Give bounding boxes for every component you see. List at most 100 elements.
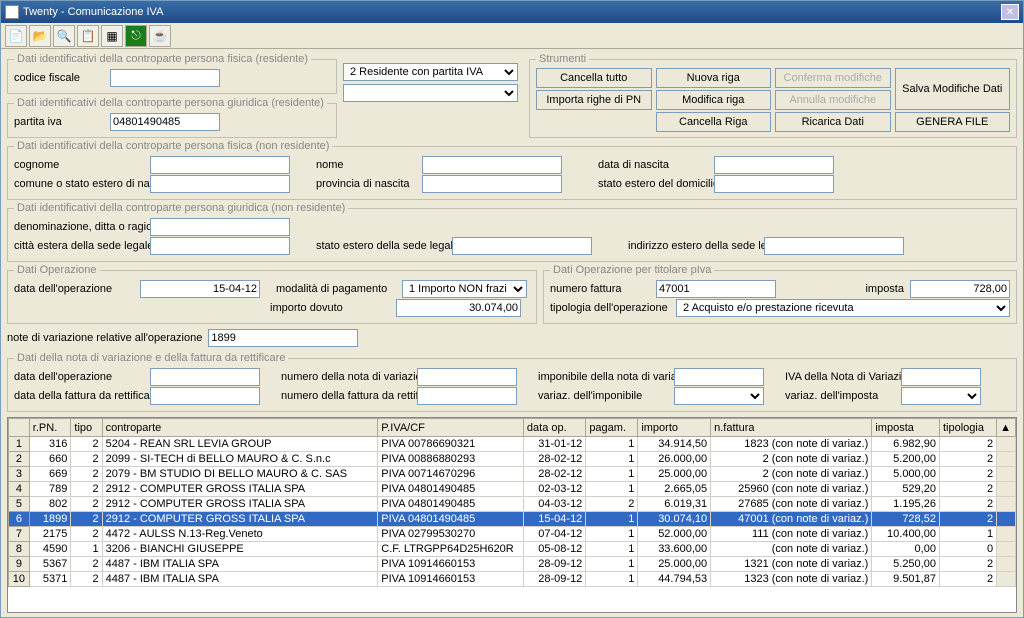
col-header[interactable]: r.PN.: [29, 419, 71, 437]
table-row[interactable]: 9536724487 - IBM ITALIA SPAPIVA 10914660…: [9, 557, 1016, 572]
partita-iva-label: partita iva: [14, 116, 104, 128]
data-grid[interactable]: r.PN.tipocontroparteP.IVA/CFdata op.paga…: [7, 417, 1017, 613]
denom-label: denominazione, ditta o ragione sociale: [14, 221, 144, 233]
toolbar-exit-icon[interactable]: ⎋: [125, 25, 147, 47]
rett-num-fatt-label: numero della fattura da rettificare: [281, 390, 411, 402]
col-header[interactable]: [9, 419, 30, 437]
citta-sede-input[interactable]: [150, 237, 290, 255]
toolbar-btn-7[interactable]: ☕: [149, 25, 171, 47]
rett-variaz-iva-label: variaz. dell'imposta: [785, 390, 895, 402]
toolbar-btn-2[interactable]: 📂: [29, 25, 51, 47]
cancella-tutto-button[interactable]: Cancella tutto: [536, 68, 652, 88]
prov-nascita-input[interactable]: [422, 175, 562, 193]
data-operazione-label: data dell'operazione: [14, 283, 134, 295]
rett-imponibile-label: imponibile della nota di variazione: [538, 371, 668, 383]
cognome-label: cognome: [14, 159, 144, 171]
col-header[interactable]: importo: [638, 419, 711, 437]
rett-num-nota-label: numero della nota di variazione: [281, 371, 411, 383]
fieldset-strumenti: Strumenti Cancella tutto Nuova riga Conf…: [529, 53, 1017, 138]
fieldset-titolare-piva: Dati Operazione per titolare pIva numero…: [543, 264, 1017, 324]
stato-dom-input[interactable]: [714, 175, 834, 193]
indirizzo-sede-input[interactable]: [764, 237, 904, 255]
toolbar-btn-4[interactable]: 📋: [77, 25, 99, 47]
table-row[interactable]: 580222912 - COMPUTER GROSS ITALIA SPAPIV…: [9, 497, 1016, 512]
col-header[interactable]: tipo: [71, 419, 102, 437]
rett-data-op-input[interactable]: [150, 368, 260, 386]
close-icon[interactable]: ✕: [1001, 4, 1019, 20]
importa-righe-button[interactable]: Importa righe di PN: [536, 90, 652, 110]
importo-dovuto-input[interactable]: [396, 299, 521, 317]
fieldset-pf-nonres: Dati identificativi della controparte pe…: [7, 140, 1017, 200]
fieldset-pg-residente: Dati identificativi della controparte pe…: [7, 97, 337, 138]
prov-nascita-label: provincia di nascita: [316, 178, 416, 190]
modalita-pagamento-label: modalità di pagamento: [276, 283, 396, 295]
stato-sede-input[interactable]: [452, 237, 592, 255]
rett-num-fatt-input[interactable]: [417, 387, 517, 405]
data-nascita-input[interactable]: [714, 156, 834, 174]
toolbar-btn-1[interactable]: 📄: [5, 25, 27, 47]
data-nascita-label: data di nascita: [598, 159, 708, 171]
nome-label: nome: [316, 159, 416, 171]
fieldset-pg-nonres: Dati identificativi della controparte pe…: [7, 202, 1017, 262]
annulla-modifiche-button[interactable]: Annulla modifiche: [775, 90, 891, 110]
note-variazione-label: note di variazione relative all'operazio…: [7, 332, 202, 344]
conferma-modifiche-button[interactable]: Conferma modifiche: [775, 68, 891, 88]
table-row[interactable]: 6189922912 - COMPUTER GROSS ITALIA SPAPI…: [9, 512, 1016, 527]
tipologia-op-select[interactable]: 2 Acquisto e/o prestazione ricevuta: [676, 299, 1010, 317]
tipo-residenza-select-2[interactable]: [343, 84, 518, 102]
rett-variaz-iva-select[interactable]: [901, 387, 981, 405]
toolbar-btn-3[interactable]: 🔍: [53, 25, 75, 47]
toolbar: 📄 📂 🔍 📋 ▦ ⎋ ☕: [1, 23, 1023, 49]
numero-fattura-input[interactable]: [656, 280, 776, 298]
rett-data-fatt-input[interactable]: [150, 387, 260, 405]
rett-iva-nota-label: IVA della Nota di Variazione: [785, 371, 895, 383]
comune-nascita-input[interactable]: [150, 175, 290, 193]
titlebar: Twenty - Comunicazione IVA ✕: [1, 1, 1023, 23]
operazione-legend: Dati Operazione: [14, 264, 100, 276]
denom-input[interactable]: [150, 218, 290, 236]
table-row[interactable]: 8459013206 - BIANCHI GIUSEPPEC.F. LTRGPP…: [9, 542, 1016, 557]
numero-fattura-label: numero fattura: [550, 283, 650, 295]
col-header[interactable]: tipologia: [939, 419, 996, 437]
col-header[interactable]: data op.: [523, 419, 585, 437]
cancella-riga-button[interactable]: Cancella Riga: [656, 112, 772, 132]
rett-num-nota-input[interactable]: [417, 368, 517, 386]
tipo-residenza-select[interactable]: 2 Residente con partita IVA: [343, 63, 518, 81]
table-row[interactable]: 266022099 - SI-TECH di BELLO MAURO & C. …: [9, 452, 1016, 467]
toolbar-btn-5[interactable]: ▦: [101, 25, 123, 47]
note-variazione-input[interactable]: [208, 329, 358, 347]
genera-file-button[interactable]: GENERA FILE: [895, 112, 1011, 132]
table-row[interactable]: 10537124487 - IBM ITALIA SPAPIVA 1091466…: [9, 572, 1016, 587]
cognome-input[interactable]: [150, 156, 290, 174]
rett-imponibile-input[interactable]: [674, 368, 764, 386]
col-header[interactable]: pagam.: [586, 419, 638, 437]
modifica-riga-button[interactable]: Modifica riga: [656, 90, 772, 110]
stato-sede-label: stato estero della sede legale: [316, 240, 446, 252]
tipologia-op-label: tipologia dell'operazione: [550, 302, 670, 314]
col-header[interactable]: P.IVA/CF: [378, 419, 524, 437]
table-row[interactable]: 366922079 - BM STUDIO DI BELLO MAURO & C…: [9, 467, 1016, 482]
rett-iva-nota-input[interactable]: [901, 368, 981, 386]
table-row[interactable]: 478922912 - COMPUTER GROSS ITALIA SPAPIV…: [9, 482, 1016, 497]
partita-iva-input[interactable]: [110, 113, 220, 131]
table-row[interactable]: 131625204 - REAN SRL LEVIA GROUPPIVA 007…: [9, 437, 1016, 452]
nome-input[interactable]: [422, 156, 562, 174]
data-operazione-input[interactable]: [140, 280, 260, 298]
rett-variaz-imp-select[interactable]: [674, 387, 764, 405]
citta-sede-label: città estera della sede legale: [14, 240, 144, 252]
ricarica-dati-button[interactable]: Ricarica Dati: [775, 112, 891, 132]
nuova-riga-button[interactable]: Nuova riga: [656, 68, 772, 88]
col-header[interactable]: controparte: [102, 419, 378, 437]
col-header[interactable]: n.fattura: [711, 419, 872, 437]
strumenti-legend: Strumenti: [536, 53, 589, 65]
imposta-input[interactable]: [910, 280, 1010, 298]
fieldset-dati-operazione: Dati Operazione data dell'operazione mod…: [7, 264, 537, 324]
salva-modifiche-button[interactable]: Salva Modifiche Dati: [895, 68, 1011, 110]
col-header[interactable]: imposta: [872, 419, 940, 437]
table-row[interactable]: 7217524472 - AULSS N.13-Reg.VenetoPIVA 0…: [9, 527, 1016, 542]
codice-fiscale-input[interactable]: [110, 69, 220, 87]
rett-data-op-label: data dell'operazione: [14, 371, 144, 383]
col-header[interactable]: ▲: [997, 419, 1016, 437]
app-window: Twenty - Comunicazione IVA ✕ 📄 📂 🔍 📋 ▦ ⎋…: [0, 0, 1024, 618]
modalita-pagamento-select[interactable]: 1 Importo NON frazi: [402, 280, 527, 298]
